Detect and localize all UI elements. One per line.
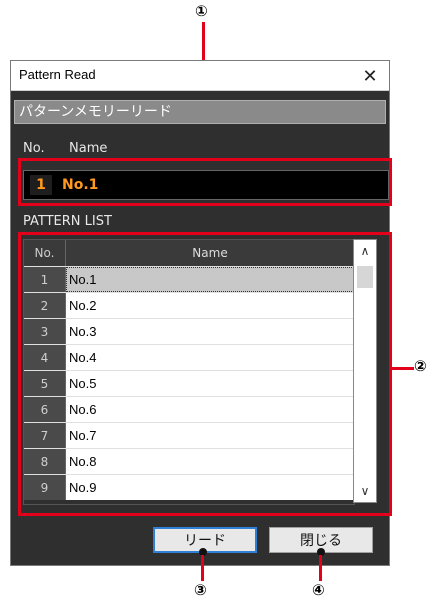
list-scrollbar[interactable]: ∧ ∨ bbox=[353, 239, 377, 503]
row-number: 9 bbox=[24, 475, 66, 500]
current-pattern: 1 No.1 bbox=[23, 170, 389, 200]
table-row[interactable]: 7 No.7 bbox=[24, 422, 354, 448]
row-number: 5 bbox=[24, 371, 66, 396]
row-name: No.6 bbox=[66, 397, 354, 422]
row-name: No.5 bbox=[66, 371, 354, 396]
row-number: 3 bbox=[24, 319, 66, 344]
column-header-name: Name bbox=[192, 246, 228, 260]
window-title: Pattern Read bbox=[19, 67, 96, 82]
row-number: 7 bbox=[24, 423, 66, 448]
row-number: 2 bbox=[24, 293, 66, 318]
pattern-list-title: PATTERN LIST bbox=[23, 214, 112, 229]
table-row[interactable]: 2 No.2 bbox=[24, 292, 354, 318]
table-row[interactable]: 5 No.5 bbox=[24, 370, 354, 396]
callout-1: ① bbox=[195, 2, 208, 20]
scroll-up-icon[interactable]: ∧ bbox=[354, 240, 376, 262]
table-row[interactable]: 9 No.9 bbox=[24, 474, 354, 500]
close-icon[interactable]: ✕ bbox=[357, 64, 383, 88]
row-name: No.3 bbox=[66, 319, 354, 344]
callout-2-line bbox=[392, 367, 414, 370]
dialog-header-bar: パターンメモリーリード bbox=[14, 100, 386, 124]
row-number: 4 bbox=[24, 345, 66, 370]
callout-4: ④ bbox=[312, 581, 325, 599]
scrollbar-thumb[interactable] bbox=[357, 266, 373, 288]
table-row[interactable]: 4 No.4 bbox=[24, 344, 354, 370]
close-button[interactable]: 閉じる bbox=[269, 527, 373, 553]
callout-3: ③ bbox=[194, 581, 207, 599]
read-button[interactable]: リード bbox=[153, 527, 257, 553]
row-number: 8 bbox=[24, 449, 66, 474]
row-name: No.8 bbox=[66, 449, 354, 474]
table-row[interactable]: 3 No.3 bbox=[24, 318, 354, 344]
pattern-list-table: No. Name 1 No.1 2 No.2 3 No.3 4 No.4 5 N… bbox=[23, 239, 355, 505]
table-row[interactable]: 6 No.6 bbox=[24, 396, 354, 422]
row-name: No.4 bbox=[66, 345, 354, 370]
row-name: No.9 bbox=[66, 475, 354, 500]
current-name-label: Name bbox=[69, 141, 108, 156]
current-pattern-number: 1 bbox=[30, 175, 52, 195]
callout-2: ② bbox=[414, 357, 427, 375]
row-name: No.7 bbox=[66, 423, 354, 448]
row-name: No.2 bbox=[66, 293, 354, 318]
current-pattern-name: No.1 bbox=[58, 175, 382, 195]
table-header: No. Name bbox=[24, 240, 354, 266]
table-row[interactable]: 1 No.1 bbox=[24, 266, 354, 292]
column-header-no: No. bbox=[24, 240, 66, 266]
title-bar: Pattern Read ✕ bbox=[11, 61, 389, 91]
row-number: 6 bbox=[24, 397, 66, 422]
row-name: No.1 bbox=[66, 267, 354, 292]
pattern-read-dialog: Pattern Read ✕ パターンメモリーリード No. Name 1 No… bbox=[10, 60, 390, 566]
current-no-label: No. bbox=[23, 141, 45, 156]
row-number: 1 bbox=[24, 267, 66, 292]
table-row[interactable]: 8 No.8 bbox=[24, 448, 354, 474]
scroll-down-icon[interactable]: ∨ bbox=[354, 480, 376, 502]
